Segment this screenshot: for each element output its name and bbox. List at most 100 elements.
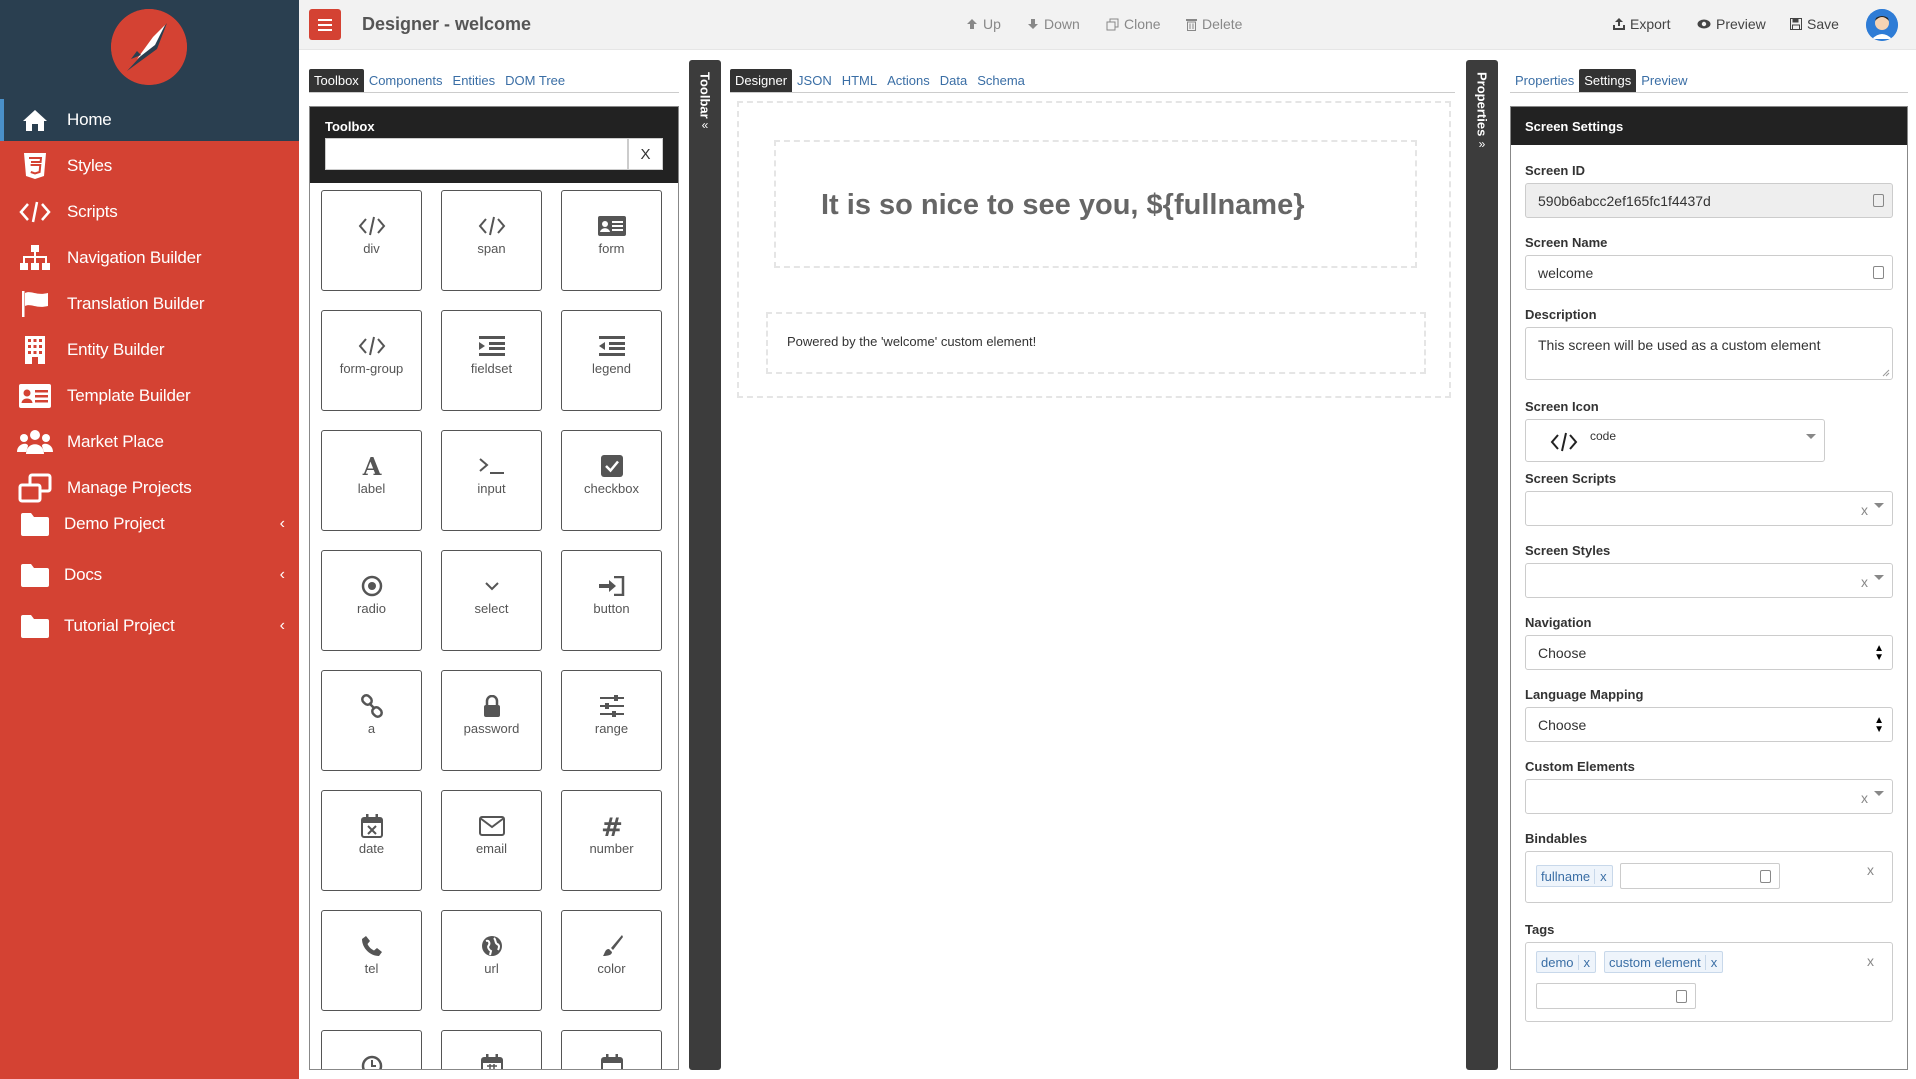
remove-tag-icon[interactable]: x (1577, 954, 1596, 970)
tags-tag-input[interactable]: demo x custom element x x (1525, 942, 1893, 1022)
hamburger-menu-button[interactable] (309, 9, 341, 40)
clear-icon[interactable]: x (1867, 862, 1874, 878)
custom-elements-select[interactable]: x (1525, 779, 1893, 814)
clear-icon[interactable]: x (1861, 502, 1868, 518)
tool-month[interactable] (561, 1030, 662, 1069)
tab-properties[interactable]: Properties (1510, 69, 1579, 92)
tool-select[interactable]: select (441, 550, 542, 651)
tab-entities[interactable]: Entities (448, 69, 501, 92)
bindables-tag-input[interactable]: fullname x x (1525, 851, 1893, 903)
tab-data[interactable]: Data (935, 69, 972, 92)
tab-actions[interactable]: Actions (882, 69, 935, 92)
sidebar-item-translation-builder[interactable]: Translation Builder (0, 283, 299, 325)
sidebar-item-demo-project[interactable]: Demo Project ‹ (0, 503, 299, 545)
preview-button[interactable]: Preview (1697, 16, 1766, 32)
tool-fieldset[interactable]: fieldset (441, 310, 542, 411)
sidebar-item-docs[interactable]: Docs ‹ (0, 554, 299, 596)
heading-block[interactable]: It is so nice to see you, ${fullname} (774, 140, 1417, 268)
description-textarea[interactable]: This screen will be used as a custom ele… (1525, 327, 1893, 380)
tab-designer[interactable]: Designer (730, 68, 793, 92)
screen-icon-select[interactable]: code (1525, 419, 1825, 462)
powered-block[interactable]: Powered by the 'welcome' custom element! (766, 312, 1426, 374)
screen-icon-value: code (1590, 429, 1617, 443)
tool-label: a (367, 721, 376, 736)
tool-input[interactable]: input (441, 430, 542, 531)
tool-password[interactable]: password (441, 670, 542, 771)
tool-span[interactable]: span (441, 190, 542, 291)
tool-label: radio (357, 601, 386, 616)
font-icon: A (322, 453, 421, 479)
export-button[interactable]: Export (1613, 16, 1670, 32)
tool-legend[interactable]: legend (561, 310, 662, 411)
tab-dom-tree[interactable]: DOM Tree (500, 69, 570, 92)
description-label: Description (1525, 307, 1597, 322)
toolbar-collapse-bar[interactable]: Toolbar « (689, 60, 721, 1070)
resize-handle-icon[interactable] (1882, 369, 1890, 377)
folder-icon (17, 559, 53, 591)
designer-canvas[interactable]: It is so nice to see you, ${fullname} Po… (737, 101, 1451, 398)
tool-form-group[interactable]: form-group (321, 310, 422, 411)
sidebar-item-home[interactable]: Home (0, 99, 299, 141)
down-label: Down (1044, 16, 1080, 32)
tool-color[interactable]: color (561, 910, 662, 1011)
avatar[interactable] (1866, 9, 1898, 41)
clear-icon[interactable]: x (1867, 953, 1874, 969)
screen-styles-select[interactable]: x (1525, 563, 1893, 598)
language-mapping-label: Language Mapping (1525, 687, 1644, 702)
welcome-heading: It is so nice to see you, ${fullname} (821, 189, 1305, 221)
sidebar-item-navigation-builder[interactable]: Navigation Builder (0, 237, 299, 279)
tab-toolbox[interactable]: Toolbox (309, 68, 364, 92)
sidebar-item-styles[interactable]: Styles (0, 145, 299, 187)
tool-range[interactable]: range (561, 670, 662, 771)
tool-label: legend (591, 361, 632, 376)
remove-tag-icon[interactable]: x (1704, 954, 1723, 970)
tab-components[interactable]: Components (364, 69, 448, 92)
clone-button[interactable]: Clone (1106, 16, 1161, 32)
delete-button[interactable]: Delete (1186, 16, 1242, 32)
language-mapping-select[interactable]: Choose ▲ ▼ (1525, 707, 1893, 742)
properties-collapse-bar[interactable]: Properties » (1466, 60, 1498, 1070)
tool-label[interactable]: A label (321, 430, 422, 531)
tool-url[interactable]: url (441, 910, 542, 1011)
navigation-select[interactable]: Choose ▲ ▼ (1525, 635, 1893, 670)
bindable-tag-text: fullname (1541, 868, 1591, 884)
tab-schema[interactable]: Schema (972, 69, 1030, 92)
tool-radio[interactable]: radio (321, 550, 422, 651)
save-button[interactable]: Save (1790, 16, 1839, 32)
toolbox-search-input[interactable] (325, 138, 628, 170)
tool-datetime[interactable] (441, 1030, 542, 1069)
remove-tag-icon[interactable]: x (1594, 868, 1612, 884)
tool-form[interactable]: form (561, 190, 662, 291)
screen-scripts-select[interactable]: x (1525, 491, 1893, 526)
tool-button[interactable]: button (561, 550, 662, 651)
tab-preview[interactable]: Preview (1636, 69, 1692, 92)
tool-a[interactable]: a (321, 670, 422, 771)
sidebar-item-entity-builder[interactable]: Entity Builder (0, 329, 299, 371)
sidebar-item-tutorial-project[interactable]: Tutorial Project ‹ (0, 605, 299, 647)
tool-number[interactable]: # number (561, 790, 662, 891)
down-button[interactable]: Down (1027, 16, 1080, 32)
toolbox-clear-button[interactable]: X (628, 138, 663, 170)
bindables-new-input[interactable] (1620, 863, 1780, 889)
tool-label: email (475, 841, 508, 856)
up-button[interactable]: Up (966, 16, 1001, 32)
tool-label-text: label (357, 481, 386, 496)
screen-name-field[interactable]: welcome (1525, 255, 1893, 290)
sidebar-item-market-place[interactable]: Market Place (0, 421, 299, 463)
clear-icon[interactable]: x (1861, 790, 1868, 806)
field-icon (1760, 870, 1771, 883)
tool-date[interactable]: date (321, 790, 422, 891)
tool-tel[interactable]: tel (321, 910, 422, 1011)
tool-div[interactable]: div (321, 190, 422, 291)
tool-email[interactable]: email (441, 790, 542, 891)
tab-settings[interactable]: Settings (1579, 68, 1637, 92)
sidebar-item-scripts[interactable]: Scripts (0, 191, 299, 233)
sidebar-item-label: Manage Projects (67, 478, 192, 497)
tab-json[interactable]: JSON (792, 69, 837, 92)
tab-html[interactable]: HTML (837, 69, 882, 92)
tool-time[interactable] (321, 1030, 422, 1069)
clear-icon[interactable]: x (1861, 574, 1868, 590)
tool-checkbox[interactable]: checkbox (561, 430, 662, 531)
tags-new-input[interactable] (1536, 983, 1696, 1009)
sidebar-item-template-builder[interactable]: Template Builder (0, 375, 299, 417)
